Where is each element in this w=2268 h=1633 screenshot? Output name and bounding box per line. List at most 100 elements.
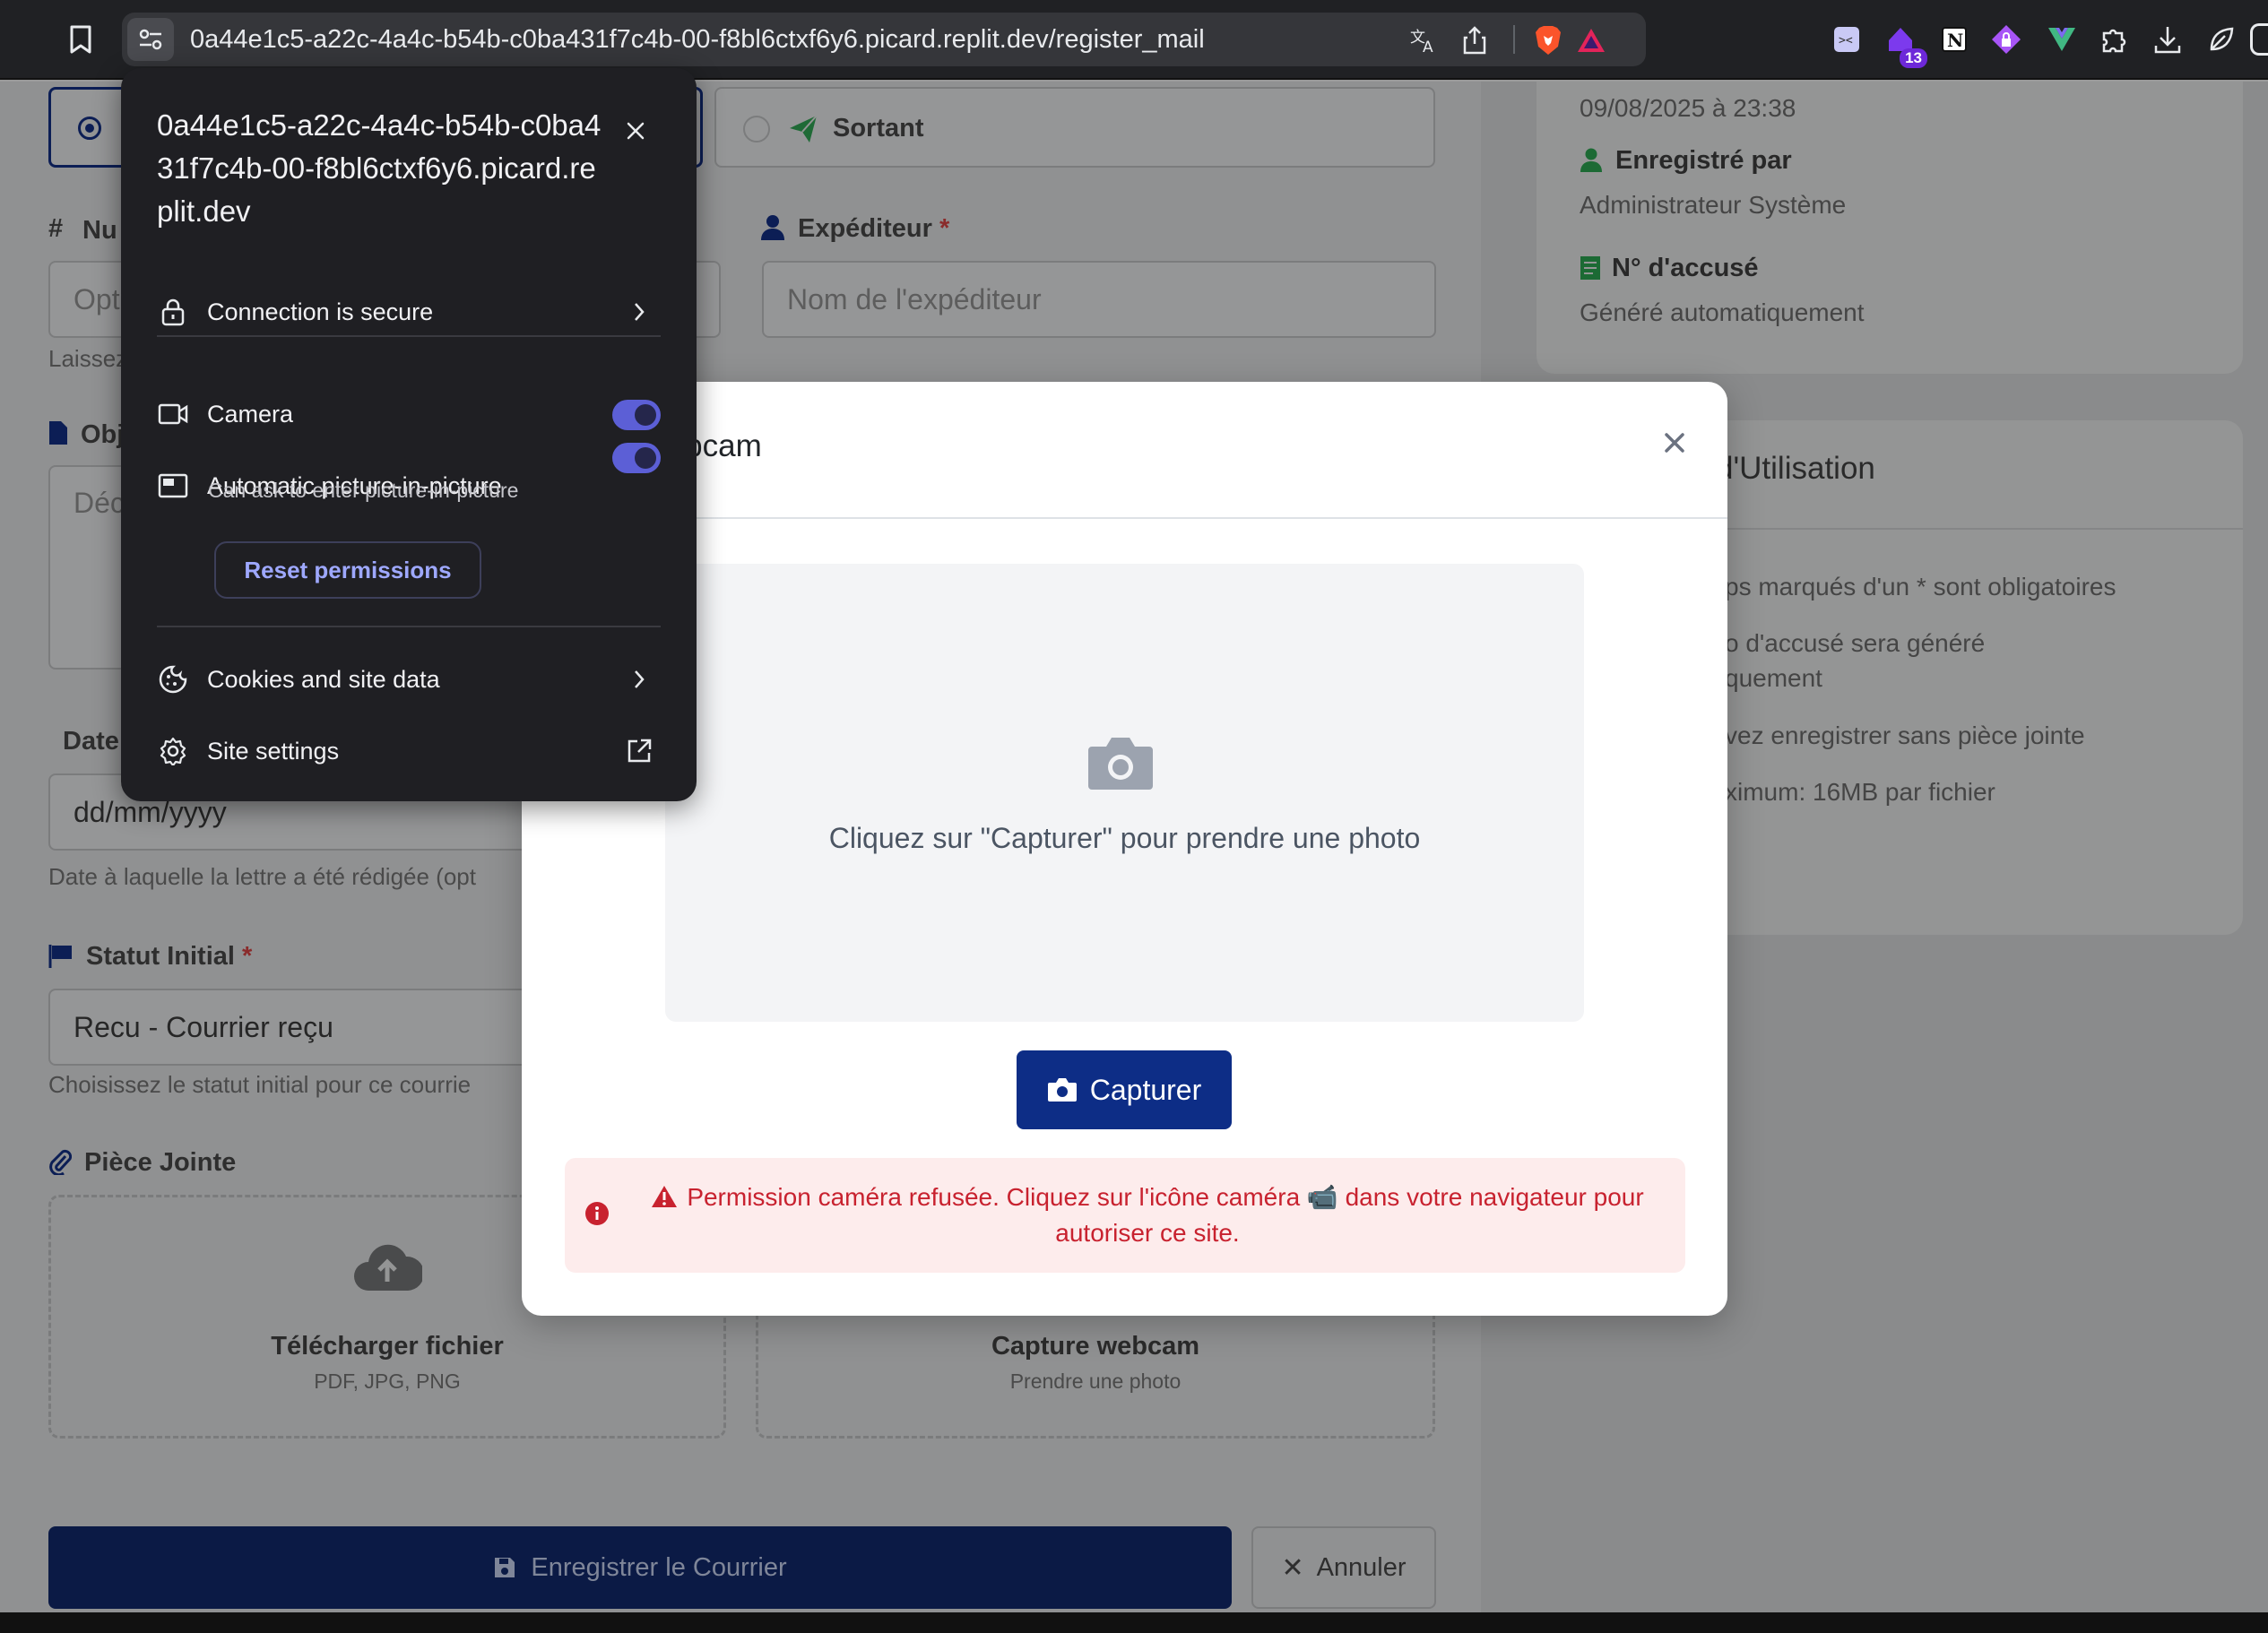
file-icon [49,421,67,445]
receipt-icon [1580,256,1600,280]
lock-icon [157,296,189,328]
brave-rewards-icon[interactable] [1574,23,1608,57]
site-info-icon[interactable] [127,18,174,61]
object-label: Obj [81,420,125,449]
direction-outgoing-label: Sortant [833,114,924,143]
camera-permission-row: Camera [157,387,661,441]
guide-title: d'Utilisation [1716,451,1875,486]
date-value: 09/08/2025 à 23:38 [1580,94,1796,122]
number-label: Nu [82,216,117,245]
svg-text:><: >< [1839,34,1853,48]
pip-toggle[interactable] [612,443,661,473]
recorded-by-value: Administrateur Système [1580,191,1847,219]
external-link-icon [623,735,655,767]
bottom-strip [0,1612,2268,1633]
address-bar[interactable]: 0a44e1c5-a22c-4a4c-b54b-c0ba431f7c4b-00-… [122,13,1646,66]
webcam-preview: Cliquez sur "Capturer" pour prendre une … [665,564,1584,1022]
webcam-capture-title: Capture webcam [991,1332,1200,1361]
gear-icon [157,735,189,767]
date-label: Date [63,727,119,756]
notion-icon[interactable]: N [1935,20,1974,59]
save-mail-label: Enregistrer le Courrier [531,1552,787,1582]
leaf-icon[interactable] [2202,20,2241,59]
share-icon[interactable] [1458,23,1492,57]
attachment-label: Pièce Jointe [84,1148,237,1177]
connection-row[interactable]: Connection is secure [157,285,661,339]
floppy-icon [495,1558,515,1577]
site-info-popup: 0a44e1c5-a22c-4a4c-b54b-c0ba431f7c4b-00-… [121,68,697,801]
object-placeholder: Déc [74,487,125,519]
download-icon[interactable] [2148,20,2187,59]
camera-icon [1088,738,1153,790]
svg-text:A: A [1423,39,1433,54]
cookie-icon [157,663,189,696]
webcam-capture-sub: Prendre une photo [1009,1369,1182,1393]
close-x-icon: ✕ [1281,1552,1304,1583]
modal-close-icon[interactable] [1655,423,1694,462]
translate-icon[interactable]: 文A [1407,23,1441,57]
guide-item: ps marqués d'un * sont obligatoires [1725,573,2117,600]
camera-outline-icon [157,398,189,430]
info-circle-icon [585,1202,609,1225]
hash-icon: # [48,214,64,243]
number-help: Laissez [48,345,128,372]
popup-divider [157,626,661,627]
status-value: Recu - Courrier reçu [74,1011,333,1043]
number-placeholder: Opt [74,283,120,315]
cookies-label: Cookies and site data [207,665,440,693]
connection-label: Connection is secure [207,298,434,325]
site-settings-row[interactable]: Site settings [157,724,661,778]
receipt-value: Généré automatiquement [1580,298,1865,326]
recorded-by-label: Enregistré par [1615,146,1792,175]
url-text[interactable]: 0a44e1c5-a22c-4a4c-b54b-c0ba431f7c4b-00-… [190,13,1205,66]
direction-outgoing-option[interactable]: Sortant [714,87,1435,168]
extension-terminal-icon[interactable]: >< [1827,20,1866,59]
vue-devtools-icon[interactable] [2042,20,2082,59]
user-icon [761,215,784,240]
modal-divider [522,517,1727,519]
guide-item: vez enregistrer sans pièce jointe [1725,721,2085,749]
cancel-button[interactable]: ✕ Annuler [1251,1526,1436,1609]
svg-text:N: N [1947,30,1963,51]
capture-button[interactable]: Capturer [1017,1050,1232,1129]
status-label: Statut Initial * [86,942,253,971]
sender-input[interactable]: Nom de l'expéditeur [762,261,1436,338]
guide-item: o d'accusé sera généré [1725,629,1986,657]
extension-purple-icon[interactable]: 13 [1881,20,1927,68]
sender-label: Expéditeur * [798,214,950,243]
save-mail-button[interactable]: Enregistrer le Courrier [48,1526,1232,1609]
paper-plane-icon [790,115,818,143]
popup-close-icon[interactable] [618,113,654,149]
camera-permission-error: Permission caméra refusée. Cliquez sur l… [565,1158,1685,1273]
extension-badge: 13 [1900,48,1927,68]
cloud-upload-icon [354,1244,422,1291]
site-settings-label: Site settings [207,737,340,765]
bookmark-icon[interactable] [61,20,100,59]
chevron-right-icon [623,663,655,696]
receipt-label: N° d'accusé [1612,254,1759,282]
reset-permissions-button[interactable]: Reset permissions [214,541,481,599]
brave-shield-icon[interactable] [1531,23,1565,57]
camera-label: Camera [207,400,294,428]
warning-triangle-icon [652,1186,678,1207]
flag-icon [48,945,72,968]
camera-toggle[interactable] [612,400,661,430]
extensions-puzzle-icon[interactable] [2094,20,2134,59]
info-card: 09/08/2025 à 23:38 Enregistré par Admini… [1537,82,2243,374]
capture-label: Capturer [1089,1073,1202,1106]
error-message-wrap: Permission caméra refusée. Cliquez sur l… [628,1179,1667,1251]
chevron-right-icon [623,296,655,328]
cookies-row[interactable]: Cookies and site data [157,652,661,706]
date-help: Date à laquelle la lettre a été rédigée … [48,863,476,890]
webcam-modal: ure Webcam Cliquez sur "Capturer" pour p… [522,382,1727,1316]
paperclip-icon [49,1149,72,1175]
extension-lock-icon[interactable] [1987,20,2026,59]
cancel-label: Annuler [1316,1552,1407,1582]
camera-small-icon [1047,1078,1077,1102]
popup-divider [157,335,661,337]
pip-sub: Can ask to enter picture-in-picture [208,479,519,502]
guide-item: quement [1725,664,1822,692]
error-message: Permission caméra refusée. Cliquez sur l… [687,1183,1644,1247]
upload-title: Télécharger fichier [271,1332,504,1361]
profile-edge-icon[interactable] [2250,20,2268,59]
